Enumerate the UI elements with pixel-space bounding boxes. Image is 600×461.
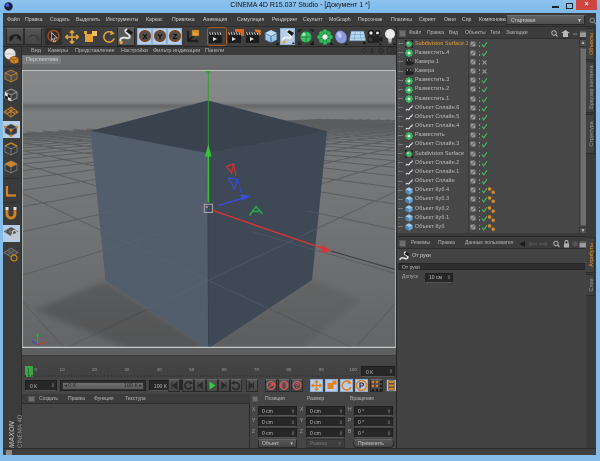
svg-text:Y: Y (157, 32, 162, 41)
svg-text:Объекты: Объекты (589, 33, 595, 55)
svg-text:MAXON: MAXON (7, 420, 16, 448)
svg-text:Атрибуты: Атрибуты (589, 243, 595, 267)
svg-text:Z: Z (173, 32, 178, 41)
svg-text:P: P (359, 382, 365, 391)
svg-text:?: ? (295, 383, 299, 390)
svg-text:Браузер контента: Браузер контента (589, 65, 595, 109)
svg-text:Структура: Структура (589, 121, 595, 146)
svg-text:Слои: Слои (589, 279, 595, 292)
svg-text:X: X (142, 32, 147, 41)
